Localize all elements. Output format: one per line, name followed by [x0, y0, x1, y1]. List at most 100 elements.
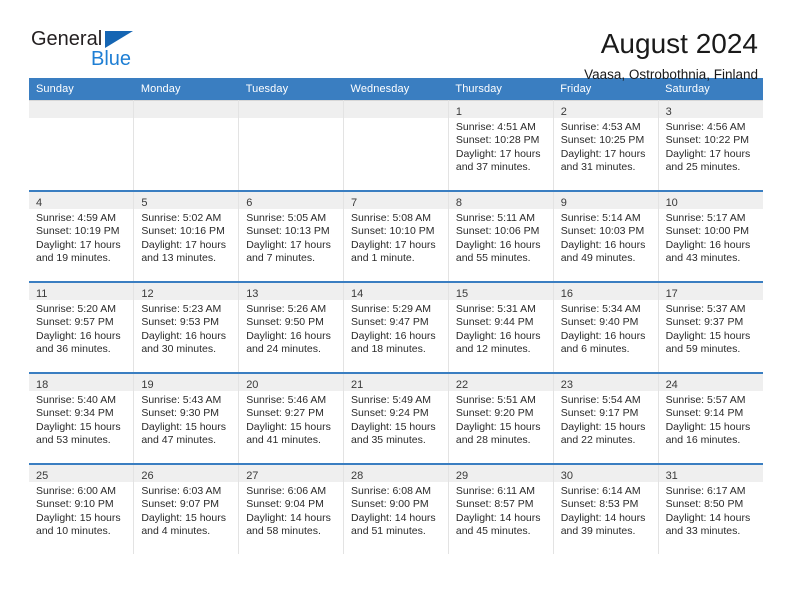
day-cell-inner: 3 Sunrise: 4:56 AM Sunset: 10:22 PM Dayligh…: [658, 101, 763, 190]
calendar-day-cell[interactable]: 12 Sunrise: 5:23 AM Sunset: 9:53 PM Dayligh…: [133, 281, 240, 373]
calendar-day-cell[interactable]: 16 Sunrise: 5:34 AM Sunset: 9:40 PM Dayligh…: [553, 281, 659, 373]
day-number: 4: [36, 197, 43, 209]
calendar-day-cell[interactable]: 1 Sunrise: 4:51 AM Sunset: 10:28 PM Dayligh…: [448, 100, 554, 191]
day-details: Sunrise: 5:34 AM Sunset: 9:40 PM Daylight:…: [554, 300, 657, 357]
sunset-time: Sunset: 10:13 PM: [246, 225, 330, 238]
daylight-duration-line2: and 18 minutes.: [351, 343, 426, 356]
daylight-duration-line1: Daylight: 15 hours: [351, 420, 436, 433]
sunrise-time: Sunrise: 4:56 AM: [665, 121, 746, 133]
calendar-day-cell[interactable]: 27 Sunrise: 6:06 AM Sunset: 9:04 PM Dayligh…: [238, 463, 345, 554]
daylight-duration-line2: and 1 minute.: [351, 252, 415, 265]
day-number: 30: [560, 470, 573, 482]
daylight-duration-line1: Daylight: 15 hours: [455, 420, 541, 433]
calendar-day-cell[interactable]: 14 Sunrise: 5:29 AM Sunset: 9:47 PM Dayligh…: [343, 281, 449, 373]
calendar-day-cell[interactable]: 22 Sunrise: 5:51 AM Sunset: 9:20 PM Dayligh…: [448, 372, 554, 464]
day-details: Sunrise: 5:40 AM Sunset: 9:34 PM Daylight:…: [29, 391, 133, 448]
daylight-duration-line2: and 16 minutes.: [665, 434, 741, 447]
day-details: Sunrise: 5:54 AM Sunset: 9:17 PM Daylight:…: [554, 391, 657, 448]
day-details: Sunrise: 5:14 AM Sunset: 10:03 PM Daylight…: [554, 209, 657, 266]
day-number: 31: [665, 470, 678, 482]
day-number-band: 30: [553, 466, 658, 482]
daylight-duration-line1: Daylight: 15 hours: [141, 420, 226, 433]
calendar-day-cell[interactable]: 7 Sunrise: 5:08 AM Sunset: 10:10 PM Dayligh…: [343, 190, 449, 282]
day-details: Sunrise: 5:26 AM Sunset: 9:50 PM Daylight:…: [239, 300, 342, 357]
calendar-day-cell[interactable]: 5 Sunrise: 5:02 AM Sunset: 10:16 PM Dayligh…: [133, 190, 240, 282]
day-number: 27: [246, 470, 259, 482]
sunset-time: Sunset: 10:22 PM: [665, 134, 750, 147]
sunrise-time: Sunrise: 5:51 AM: [455, 394, 536, 406]
calendar-day-cell[interactable]: 31 Sunrise: 6:17 AM Sunset: 8:50 PM Dayligh…: [658, 463, 763, 554]
calendar-day-cell[interactable]: 4 Sunrise: 4:59 AM Sunset: 10:19 PM Dayligh…: [29, 190, 135, 282]
calendar-day-cell[interactable]: 15 Sunrise: 5:31 AM Sunset: 9:44 PM Dayligh…: [448, 281, 554, 373]
page-title: August 2024: [600, 28, 758, 59]
day-number-band: 28: [344, 466, 448, 482]
day-number-band: 2: [553, 101, 658, 118]
day-details: Sunrise: 6:00 AM Sunset: 9:10 PM Daylight:…: [29, 482, 133, 539]
sunrise-time: Sunrise: 5:11 AM: [455, 212, 536, 224]
daylight-duration-line1: Daylight: 15 hours: [36, 420, 121, 433]
calendar-day-cell[interactable]: 6 Sunrise: 5:05 AM Sunset: 10:13 PM Dayligh…: [238, 190, 345, 282]
daylight-duration-line1: Daylight: 14 hours: [560, 511, 646, 524]
day-number-band: 16: [553, 284, 658, 300]
calendar-day-cell[interactable]: 26 Sunrise: 6:03 AM Sunset: 9:07 PM Dayligh…: [133, 463, 240, 554]
calendar-day-cell[interactable]: 3 Sunrise: 4:56 AM Sunset: 10:22 PM Dayligh…: [658, 100, 763, 191]
day-details: Sunrise: 4:59 AM Sunset: 10:19 PM Daylight…: [29, 209, 133, 266]
day-number: 10: [665, 197, 678, 209]
sunrise-time: Sunrise: 6:17 AM: [665, 485, 746, 497]
general-blue-logo[interactable]: General Blue: [29, 28, 141, 74]
calendar-day-cell[interactable]: 18 Sunrise: 5:40 AM Sunset: 9:34 PM Dayligh…: [29, 372, 135, 464]
calendar-day-cell[interactable]: 24 Sunrise: 5:57 AM Sunset: 9:14 PM Dayligh…: [658, 372, 763, 464]
day-number-band: 20: [239, 375, 343, 391]
daylight-duration-line1: Daylight: 15 hours: [665, 420, 751, 433]
calendar-day-cell[interactable]: 11 Sunrise: 5:20 AM Sunset: 9:57 PM Dayligh…: [29, 281, 135, 373]
calendar-day-cell[interactable]: 17 Sunrise: 5:37 AM Sunset: 9:37 PM Dayligh…: [658, 281, 763, 373]
calendar-day-cell[interactable]: 30 Sunrise: 6:14 AM Sunset: 8:53 PM Dayligh…: [553, 463, 659, 554]
calendar-day-cell[interactable]: 28 Sunrise: 6:08 AM Sunset: 9:00 PM Dayligh…: [343, 463, 449, 554]
day-cell-inner: 19 Sunrise: 5:43 AM Sunset: 9:30 PM Dayligh…: [134, 375, 238, 463]
calendar-day-cell[interactable]: 8 Sunrise: 5:11 AM Sunset: 10:06 PM Dayligh…: [448, 190, 554, 282]
calendar-day-cell[interactable]: 23 Sunrise: 5:54 AM Sunset: 9:17 PM Dayligh…: [553, 372, 659, 464]
calendar-day-cell[interactable]: 19 Sunrise: 5:43 AM Sunset: 9:30 PM Dayligh…: [133, 372, 240, 464]
calendar-day-cell[interactable]: 13 Sunrise: 5:26 AM Sunset: 9:50 PM Dayligh…: [238, 281, 345, 373]
day-number-band: [344, 101, 448, 118]
daylight-duration-line2: and 13 minutes.: [141, 252, 217, 265]
sunrise-time: Sunrise: 5:02 AM: [141, 212, 222, 224]
day-number-band: 19: [134, 375, 238, 391]
daylight-duration-line1: Daylight: 17 hours: [246, 238, 331, 251]
weekday-header-monday: Monday: [133, 78, 239, 101]
daylight-duration-line2: and 24 minutes.: [246, 343, 321, 356]
daylight-duration-line2: and 37 minutes.: [455, 161, 531, 174]
calendar-day-cell[interactable]: 21 Sunrise: 5:49 AM Sunset: 9:24 PM Dayligh…: [343, 372, 449, 464]
calendar-day-cell[interactable]: 9 Sunrise: 5:14 AM Sunset: 10:03 PM Dayligh…: [553, 190, 659, 282]
sunrise-time: Sunrise: 5:54 AM: [560, 394, 641, 406]
day-number: 5: [141, 197, 148, 209]
sunrise-time: Sunrise: 4:53 AM: [560, 121, 641, 133]
day-number-band: 15: [448, 284, 553, 300]
daylight-duration-line2: and 51 minutes.: [351, 525, 426, 538]
calendar-day-cell[interactable]: 25 Sunrise: 6:00 AM Sunset: 9:10 PM Dayligh…: [29, 463, 135, 554]
day-details: Sunrise: 4:53 AM Sunset: 10:25 PM Daylight…: [554, 118, 657, 175]
daylight-duration-line1: Daylight: 16 hours: [455, 329, 541, 342]
calendar-day-cell[interactable]: 10 Sunrise: 5:17 AM Sunset: 10:00 PM Daylig…: [658, 190, 763, 282]
daylight-duration-line1: Daylight: 15 hours: [665, 329, 751, 342]
sunrise-time: Sunrise: 5:37 AM: [665, 303, 746, 315]
sunrise-time: Sunrise: 5:20 AM: [36, 303, 116, 315]
daylight-duration-line1: Daylight: 17 hours: [36, 238, 121, 251]
day-number-band: 5: [134, 193, 238, 209]
daylight-duration-line1: Daylight: 15 hours: [560, 420, 646, 433]
logo-text-general: General: [31, 28, 103, 50]
calendar-day-cell[interactable]: 20 Sunrise: 5:46 AM Sunset: 9:27 PM Dayligh…: [238, 372, 345, 464]
daylight-duration-line2: and 31 minutes.: [560, 161, 636, 174]
sunset-time: Sunset: 9:10 PM: [36, 498, 114, 511]
calendar-day-cell[interactable]: 29 Sunrise: 6:11 AM Sunset: 8:57 PM Dayligh…: [448, 463, 554, 554]
daylight-duration-line1: Daylight: 15 hours: [36, 511, 121, 524]
calendar-day-cell[interactable]: 2 Sunrise: 4:53 AM Sunset: 10:25 PM Dayligh…: [553, 100, 659, 191]
daylight-duration-line1: Daylight: 15 hours: [141, 511, 226, 524]
sunrise-time: Sunrise: 5:14 AM: [560, 212, 641, 224]
daylight-duration-line1: Daylight: 17 hours: [560, 147, 646, 160]
day-number-band: [29, 101, 133, 118]
sunrise-time: Sunrise: 5:23 AM: [141, 303, 222, 315]
day-details: Sunrise: 6:03 AM Sunset: 9:07 PM Daylight:…: [134, 482, 237, 539]
day-number-band: 4: [29, 193, 133, 209]
day-number-band: 18: [29, 375, 133, 391]
